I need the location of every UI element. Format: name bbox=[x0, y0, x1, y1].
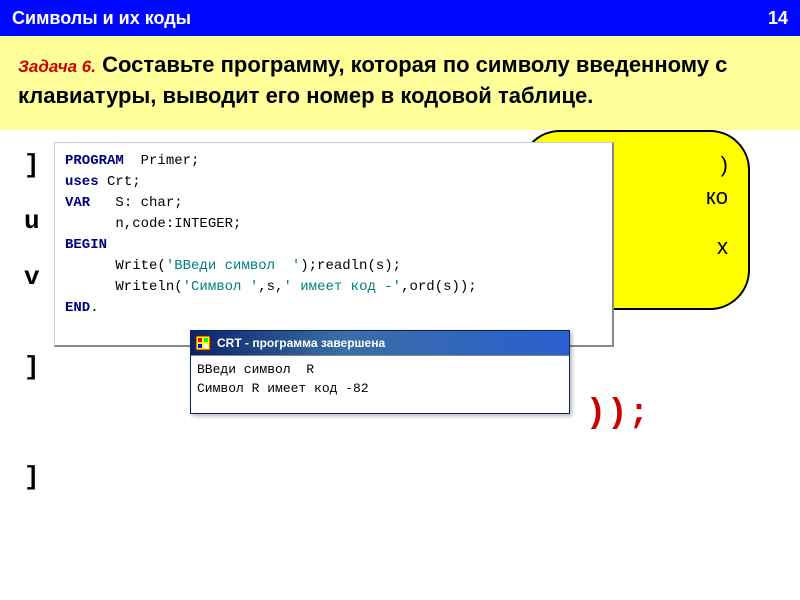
code-l1: Primer; bbox=[124, 153, 200, 169]
crt-output-window: CRT - программа завершена ВВеди символ R… bbox=[190, 330, 570, 414]
code-l4: n,code:INTEGER; bbox=[65, 216, 241, 232]
kw-begin: BEGIN bbox=[65, 237, 107, 253]
kw-program: PROGRAM bbox=[65, 153, 124, 169]
slide-header: Символы и их коды 14 bbox=[0, 0, 800, 36]
frag-1: ] bbox=[24, 150, 40, 180]
crt-title-text: CRT - программа завершена bbox=[217, 336, 385, 350]
code-l3: S: char; bbox=[90, 195, 182, 211]
code-l6a: Write( bbox=[65, 258, 166, 274]
code-l7s1: 'Символ ' bbox=[183, 279, 259, 295]
frag-4: ] bbox=[24, 352, 40, 382]
kw-end: END bbox=[65, 300, 90, 316]
code-l6b: );readln(s); bbox=[300, 258, 401, 274]
code-l7s2: ' имеет код -' bbox=[283, 279, 401, 295]
kw-var: VAR bbox=[65, 195, 90, 211]
frag-3: v bbox=[24, 262, 40, 292]
slide-title: Символы и их коды bbox=[12, 8, 191, 29]
code-l7a: Writeln( bbox=[65, 279, 183, 295]
crt-line-2: Символ R имеет код -82 bbox=[197, 381, 369, 396]
code-l6s: 'ВВеди символ ' bbox=[166, 258, 300, 274]
task-label: Задача 6. bbox=[18, 57, 96, 76]
crt-line-1: ВВеди символ R bbox=[197, 362, 314, 377]
red-parens: )); bbox=[586, 395, 650, 433]
code-editor-window: PROGRAM Primer; uses Crt; VAR S: char; n… bbox=[54, 142, 614, 347]
kw-uses: uses bbox=[65, 174, 99, 190]
code-l2: Crt; bbox=[99, 174, 141, 190]
app-icon bbox=[195, 335, 211, 351]
crt-titlebar[interactable]: CRT - программа завершена bbox=[191, 331, 569, 355]
slide-number: 14 bbox=[768, 8, 788, 29]
crt-output-body: ВВеди символ R Символ R имеет код -82 bbox=[191, 355, 569, 413]
code-l7b: ,s, bbox=[258, 279, 283, 295]
background-code-fragments: ] u v ] ] bbox=[24, 150, 40, 518]
content-area: ) ко х ] u v ] ] )); PROGRAM Primer; use… bbox=[0, 130, 800, 570]
task-description: Задача 6. Составьте программу, которая п… bbox=[0, 36, 800, 130]
code-l8: . bbox=[90, 300, 98, 316]
code-l7c: ,ord(s)); bbox=[401, 279, 477, 295]
frag-2: u bbox=[24, 206, 40, 236]
frag-5: ] bbox=[24, 462, 40, 492]
task-text: Составьте программу, которая по символу … bbox=[18, 52, 727, 108]
